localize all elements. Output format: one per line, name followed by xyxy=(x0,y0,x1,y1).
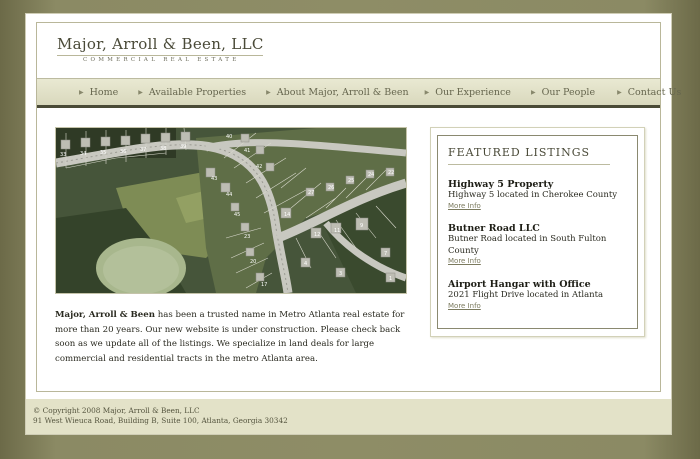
listing-more-info-link[interactable]: More Info xyxy=(448,257,618,265)
listing-item: Airport Hangar with Office 2021 Flight D… xyxy=(448,279,618,310)
intro-company-name: Major, Arroll & Been xyxy=(55,310,155,320)
svg-text:1: 1 xyxy=(389,276,392,282)
nav-our-people[interactable]: ▶ Our People xyxy=(531,87,595,98)
svg-text:42: 42 xyxy=(256,164,262,170)
listing-item: Highway 5 Property Highway 5 located in … xyxy=(448,179,618,210)
svg-text:34: 34 xyxy=(80,151,86,157)
svg-text:38: 38 xyxy=(160,146,166,152)
svg-text:41: 41 xyxy=(244,148,250,154)
svg-text:23: 23 xyxy=(244,234,250,240)
logo-tagline: COMMERCIAL REAL ESTATE xyxy=(57,55,263,63)
intro-paragraph: Major, Arroll & Been has been a trusted … xyxy=(55,308,415,366)
featured-listings-panel: FEATURED LISTINGS Highway 5 Property Hig… xyxy=(430,127,645,337)
svg-text:17: 17 xyxy=(261,282,267,288)
content-frame: Major, Arroll & Been, LLC COMMERCIAL REA… xyxy=(36,22,681,392)
svg-text:20: 20 xyxy=(250,259,256,265)
listing-name: Highway 5 Property xyxy=(448,179,554,190)
listing-description: 2021 Flight Drive located in Atlanta xyxy=(448,290,604,300)
footer-copyright: © Copyright 2008 Major, Arroll & Been, L… xyxy=(33,406,200,415)
svg-text:9: 9 xyxy=(360,223,363,229)
svg-text:4: 4 xyxy=(304,261,307,267)
svg-text:26: 26 xyxy=(328,185,334,191)
nav-label: Contact Us xyxy=(627,86,682,98)
footer-address: 91 West Wieuca Road, Building B, Suite 1… xyxy=(33,416,288,425)
nav-label: Our Experience xyxy=(435,86,511,98)
nav-home[interactable]: ▶ Home xyxy=(79,87,118,98)
svg-text:37: 37 xyxy=(140,147,146,153)
company-logo[interactable]: Major, Arroll & Been, LLC COMMERCIAL REA… xyxy=(57,35,297,71)
bullet-arrow-icon: ▶ xyxy=(79,88,84,96)
svg-text:33: 33 xyxy=(60,152,66,158)
svg-text:40: 40 xyxy=(226,134,232,140)
svg-text:44: 44 xyxy=(226,192,232,198)
svg-text:45: 45 xyxy=(234,212,240,218)
nav-label: Home xyxy=(89,86,119,98)
bullet-arrow-icon: ▶ xyxy=(424,88,430,96)
svg-text:22: 22 xyxy=(388,170,394,176)
svg-text:7: 7 xyxy=(384,251,387,257)
nav-contact-us[interactable]: ▶ Contact Us xyxy=(617,87,681,98)
listing-name: Airport Hangar with Office xyxy=(448,279,591,290)
aerial-photo-drawing: 33 34 35 36 37 38 39 40 41 42 43 44 45 2… xyxy=(56,128,406,293)
nav-label: About Major, Arroll & Been xyxy=(276,86,409,98)
svg-text:14: 14 xyxy=(284,212,290,218)
bullet-arrow-icon: ▶ xyxy=(530,88,536,96)
svg-text:12: 12 xyxy=(314,232,320,238)
bullet-arrow-icon: ▶ xyxy=(138,88,143,96)
featured-listings-title: FEATURED LISTINGS xyxy=(448,146,591,159)
nav-our-experience[interactable]: ▶ Our Experience xyxy=(425,87,511,98)
bullet-arrow-icon: ▶ xyxy=(617,88,622,96)
listing-name: Butner Road LLC xyxy=(448,223,540,234)
listing-description: Highway 5 located in Cherokee County xyxy=(448,190,618,200)
svg-text:43: 43 xyxy=(211,176,217,182)
svg-text:27: 27 xyxy=(308,190,314,196)
listing-more-info-link[interactable]: More Info xyxy=(448,202,618,210)
svg-text:36: 36 xyxy=(120,149,126,155)
svg-text:24: 24 xyxy=(368,172,374,178)
svg-text:3: 3 xyxy=(339,271,342,277)
featured-divider xyxy=(448,164,610,165)
nav-label: Available Properties xyxy=(148,86,247,98)
aerial-subdivision-photo: 33 34 35 36 37 38 39 40 41 42 43 44 45 2… xyxy=(55,127,407,294)
nav-available-properties[interactable]: ▶ Available Properties xyxy=(138,87,246,98)
nav-label: Our People xyxy=(541,86,596,98)
svg-text:11: 11 xyxy=(334,228,340,234)
svg-text:39: 39 xyxy=(180,144,186,150)
page-footer: © Copyright 2008 Major, Arroll & Been, L… xyxy=(26,399,671,434)
main-navigation: ▶ Home ▶ Available Properties ▶ About Ma… xyxy=(37,78,681,108)
bullet-arrow-icon: ▶ xyxy=(266,88,271,96)
listing-description: Butner Road located in South Fulton Coun… xyxy=(448,234,607,256)
svg-text:25: 25 xyxy=(348,178,354,184)
listing-item: Butner Road LLC Butner Road located in S… xyxy=(448,223,618,265)
nav-about[interactable]: ▶ About Major, Arroll & Been xyxy=(266,87,408,98)
logo-wordmark: Major, Arroll & Been, LLC xyxy=(57,35,264,53)
listing-more-info-link[interactable]: More Info xyxy=(448,302,618,310)
svg-text:35: 35 xyxy=(100,150,106,156)
page-container: Major, Arroll & Been, LLC COMMERCIAL REA… xyxy=(25,13,681,435)
